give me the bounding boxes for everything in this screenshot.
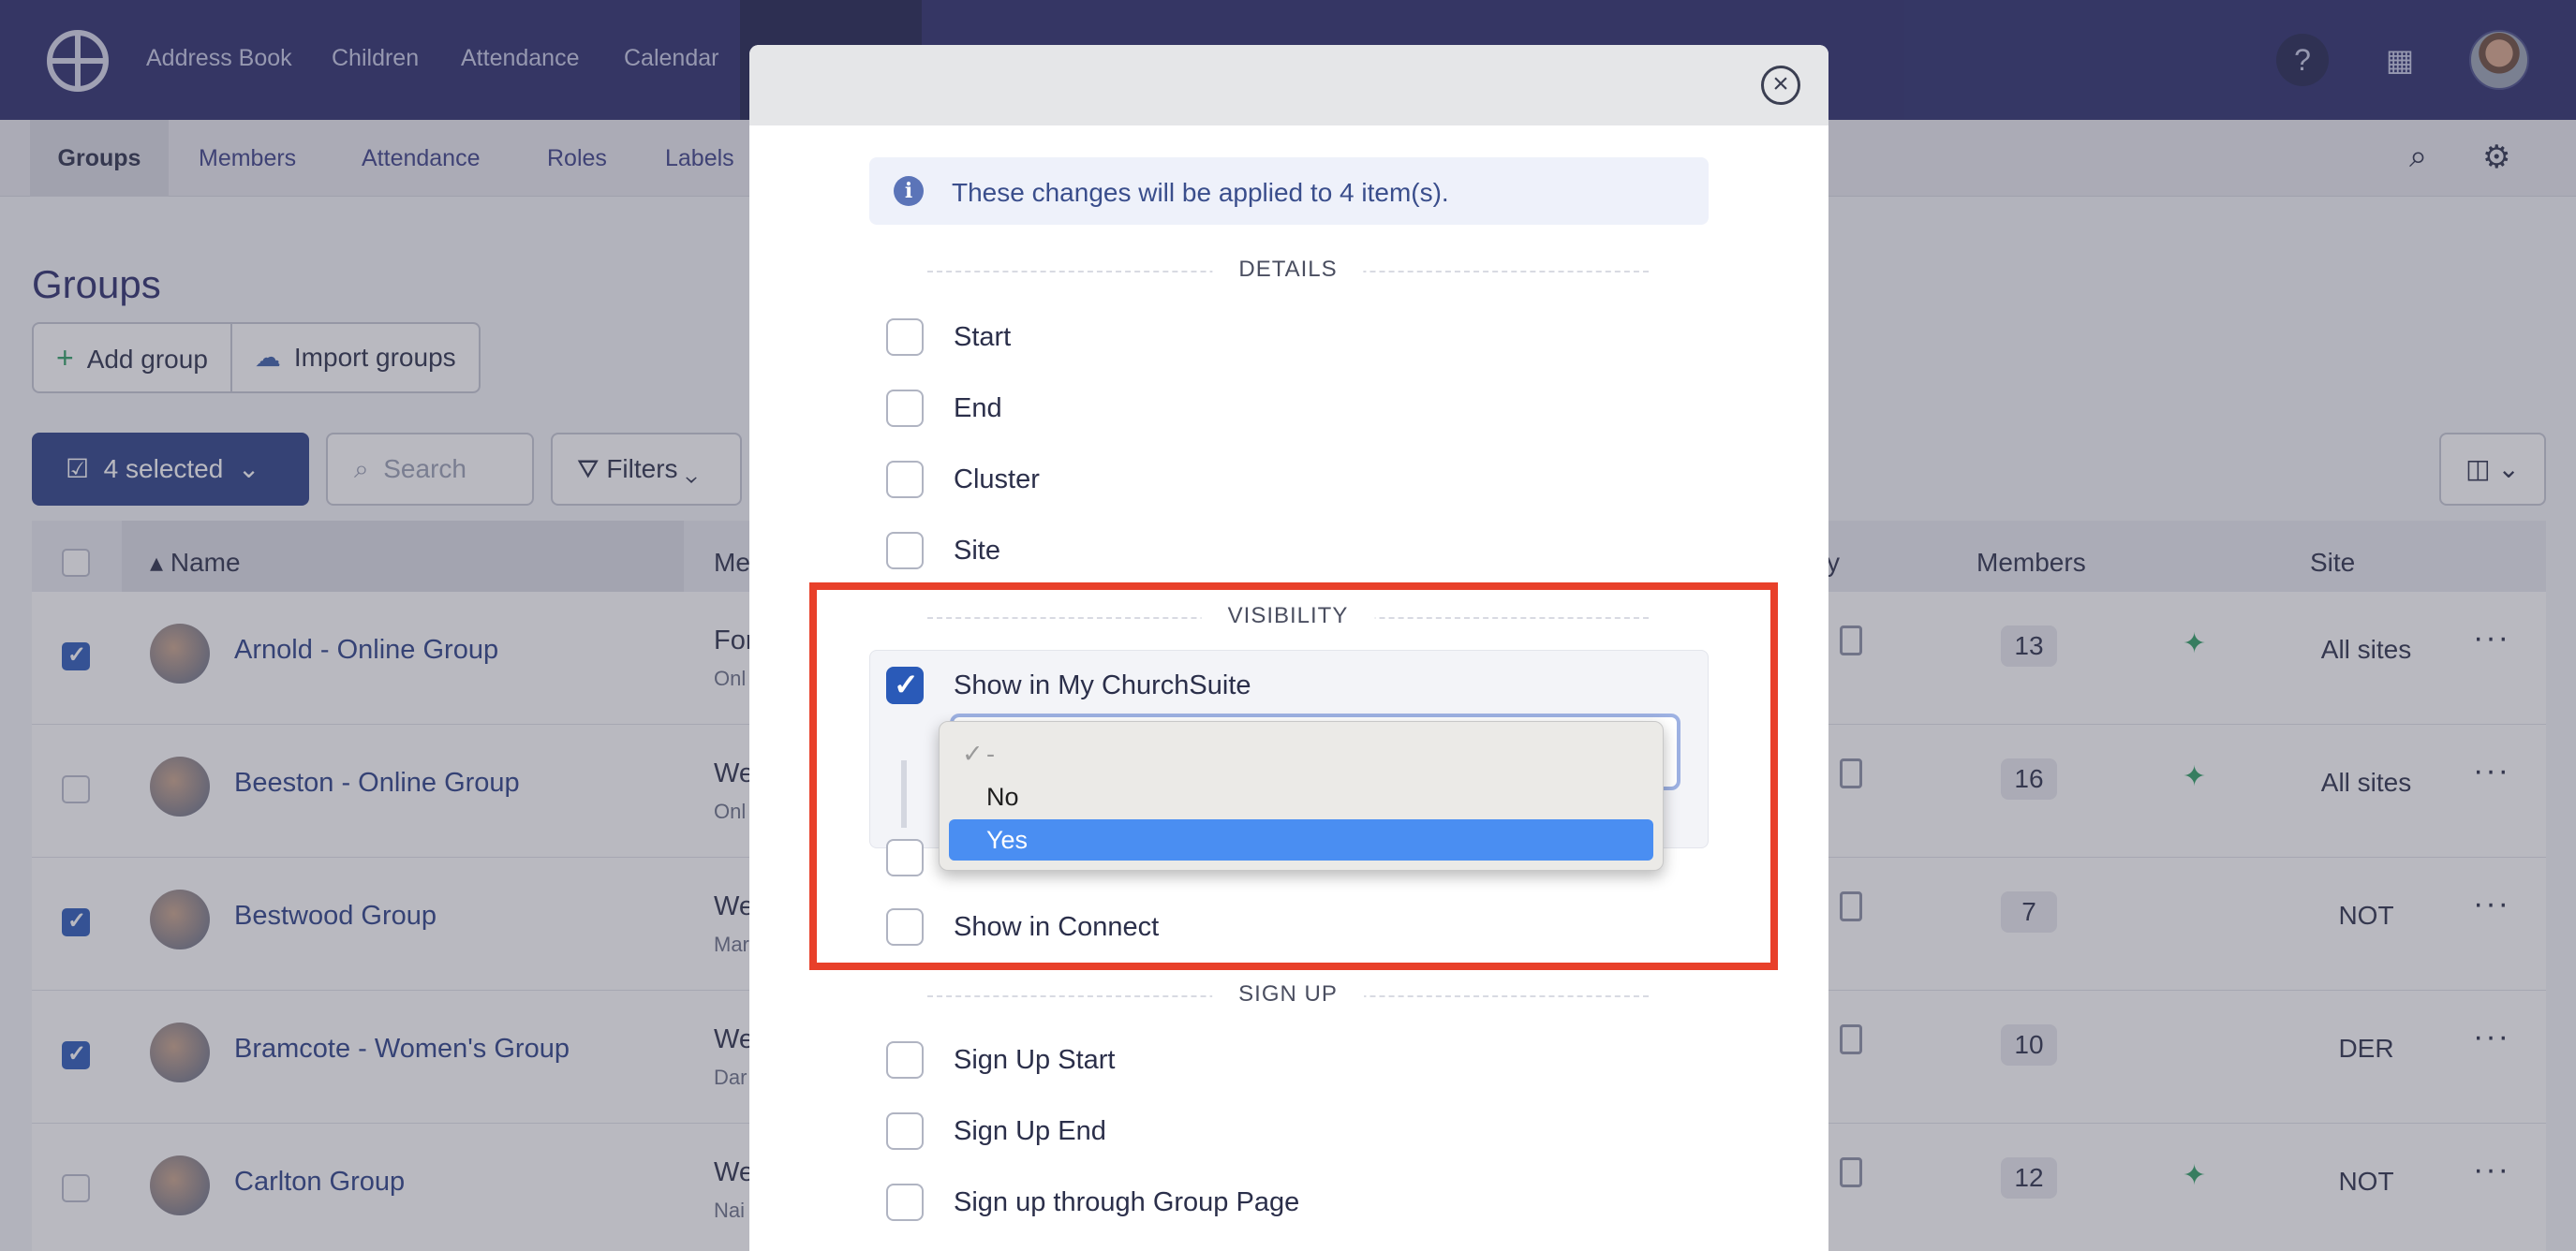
signup-end-checkbox[interactable]: [886, 1112, 924, 1150]
end-checkbox[interactable]: [886, 390, 924, 427]
section-details: DETAILS: [927, 257, 1649, 285]
info-text: These changes will be applied to 4 item(…: [952, 178, 1449, 207]
close-icon[interactable]: ×: [1761, 66, 1800, 105]
check-icon: ✓: [962, 740, 984, 768]
dropdown-option-yes[interactable]: Yes: [949, 819, 1653, 861]
cluster-checkbox[interactable]: [886, 461, 924, 498]
signup-start-checkbox[interactable]: [886, 1041, 924, 1079]
dropdown-option-no[interactable]: No: [949, 776, 1653, 817]
modal-header: [749, 45, 1828, 125]
visibility-dropdown-menu: ✓ - No Yes: [939, 721, 1664, 871]
info-banner: i These changes will be applied to 4 ite…: [869, 157, 1709, 225]
signup-group-page-checkbox[interactable]: [886, 1184, 924, 1221]
info-icon: i: [894, 176, 924, 206]
site-checkbox[interactable]: [886, 532, 924, 569]
section-signup: SIGN UP: [927, 981, 1649, 1009]
dropdown-option-placeholder[interactable]: ✓ -: [949, 733, 1653, 774]
start-checkbox[interactable]: [886, 318, 924, 356]
